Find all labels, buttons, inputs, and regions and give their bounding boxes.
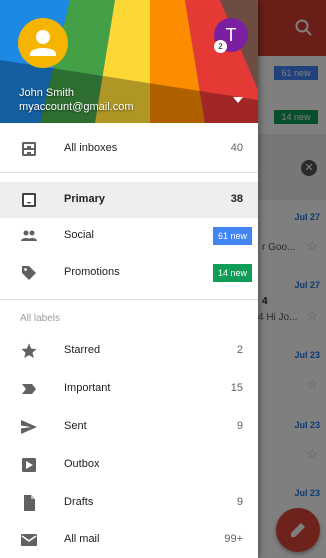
divider xyxy=(0,172,258,173)
nav-item-important[interactable]: Important 15 xyxy=(0,371,258,407)
social-new-badge: 61 new xyxy=(212,227,252,245)
nav-item-label: Outbox xyxy=(64,458,100,470)
account-name: John Smith xyxy=(19,87,75,99)
tag-icon xyxy=(22,266,36,280)
account-header: T 2 John Smith myaccount@gmail.com xyxy=(0,0,258,123)
nav-item-starred[interactable]: Starred 2 xyxy=(0,333,258,369)
people-icon xyxy=(21,230,37,241)
nav-item-label: Social xyxy=(64,229,94,241)
account-email: myaccount@gmail.com xyxy=(19,101,134,113)
nav-item-promotions[interactable]: Promotions 14 new xyxy=(0,255,258,291)
promotions-new-badge: 14 new xyxy=(212,264,252,282)
section-label-all-labels: All labels xyxy=(20,313,61,324)
nav-item-outbox[interactable]: Outbox xyxy=(0,447,258,483)
nav-item-count: 40 xyxy=(230,142,243,154)
all-inboxes-icon xyxy=(22,142,36,156)
nav-item-count: 99+ xyxy=(224,533,243,545)
inbox-icon xyxy=(22,193,36,207)
navigation-drawer: T 2 John Smith myaccount@gmail.com All i… xyxy=(0,0,258,558)
nav-item-label: Promotions xyxy=(64,266,120,278)
nav-item-label: Starred xyxy=(64,344,101,356)
nav-item-label: Drafts xyxy=(64,496,94,508)
secondary-account-count: 2 xyxy=(214,40,227,53)
nav-item-sent[interactable]: Sent 9 xyxy=(0,409,258,445)
nav-item-label: Primary xyxy=(64,193,105,205)
nav-item-count: 9 xyxy=(236,420,243,432)
outbox-icon xyxy=(22,458,36,472)
nav-item-social[interactable]: Social 61 new xyxy=(0,218,258,254)
send-icon xyxy=(21,420,37,434)
nav-item-all-inboxes[interactable]: All inboxes 40 xyxy=(0,131,258,167)
divider xyxy=(0,299,258,300)
nav-item-drafts[interactable]: Drafts 9 xyxy=(0,485,258,521)
nav-item-label: Sent xyxy=(64,420,87,432)
nav-item-count: 15 xyxy=(230,382,243,394)
draft-icon xyxy=(24,495,35,511)
nav-item-count: 38 xyxy=(230,193,243,205)
all-mail-icon xyxy=(21,534,37,546)
nav-item-label: Important xyxy=(64,382,111,394)
nav-item-primary[interactable]: Primary 38 xyxy=(0,182,258,218)
important-icon xyxy=(22,384,36,394)
person-icon xyxy=(30,30,56,56)
star-icon xyxy=(21,343,37,358)
dropdown-arrow-icon[interactable] xyxy=(232,96,244,104)
nav-item-label: All mail xyxy=(64,533,100,545)
nav-item-count: 2 xyxy=(236,344,243,356)
nav-item-all-mail[interactable]: All mail 99+ xyxy=(0,522,258,558)
account-avatar[interactable] xyxy=(18,18,68,68)
nav-item-label: All inboxes xyxy=(64,142,118,154)
nav-item-count: 9 xyxy=(236,496,243,508)
